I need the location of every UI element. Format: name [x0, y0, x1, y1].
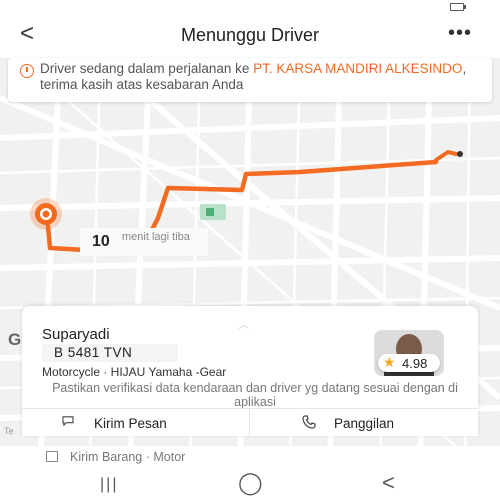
back-button[interactable]: <: [20, 20, 34, 48]
eta-minutes: 10: [92, 233, 110, 250]
package-icon: [46, 451, 58, 462]
destination-name: PT. KARSA MANDIRI ALKESINDO: [253, 61, 463, 76]
contact-actions: Kirim Pesan Panggilan: [22, 408, 478, 437]
call-button[interactable]: Panggilan: [250, 409, 477, 437]
status-banner: Driver sedang dalam perjalanan ke PT. KA…: [8, 58, 492, 102]
eta-label: 10 menit lagi tiba: [80, 228, 208, 256]
service-label: Kirim Barang · Motor: [70, 450, 186, 464]
verification-note: Pastikan verifikasi data kendaraan dan d…: [52, 381, 458, 409]
clock-icon: [20, 64, 34, 78]
plate-number: B 5481 TVN: [54, 345, 133, 360]
send-message-button[interactable]: Kirim Pesan: [22, 409, 250, 437]
page-title: Menunggu Driver: [180, 24, 320, 45]
driver-card: ︿ Suparyadi B 5481 TVN Motorcycle · HIJA…: [22, 306, 478, 437]
nav-back-button[interactable]: <: [382, 470, 395, 496]
driver-location-marker: [30, 198, 62, 230]
call-label: Panggilan: [334, 416, 395, 431]
eta-text: menit lagi tiba: [122, 231, 190, 243]
plate-badge: B 5481 TVN: [42, 344, 178, 362]
send-message-label: Kirim Pesan: [94, 416, 167, 431]
drag-handle-icon[interactable]: ︿: [238, 316, 249, 332]
rating-value: 4.98: [402, 356, 428, 371]
home-button[interactable]: ◯: [238, 470, 263, 496]
status-bar: [0, 0, 500, 12]
chat-icon: [62, 416, 74, 426]
service-info-row: Kirim Barang · Motor: [0, 446, 500, 468]
more-options-button[interactable]: •••: [448, 22, 472, 45]
landmark-icon: [200, 204, 226, 220]
phone-icon: [302, 415, 316, 429]
street-label: Te: [4, 426, 14, 436]
battery-icon: [450, 3, 466, 11]
driver-name: Suparyadi: [42, 326, 110, 343]
recents-button[interactable]: |||: [100, 476, 118, 494]
banner-text: Driver sedang dalam perjalanan ke PT. KA…: [40, 61, 467, 92]
app-header: < Menunggu Driver •••: [0, 12, 500, 58]
driver-rating-badge: ★ 4.98: [378, 354, 440, 372]
vehicle-info: Motorcycle · HIJAU Yamaha -Gear: [42, 365, 227, 379]
system-navbar: ||| ◯ <: [0, 468, 500, 500]
star-icon: ★: [383, 354, 396, 370]
